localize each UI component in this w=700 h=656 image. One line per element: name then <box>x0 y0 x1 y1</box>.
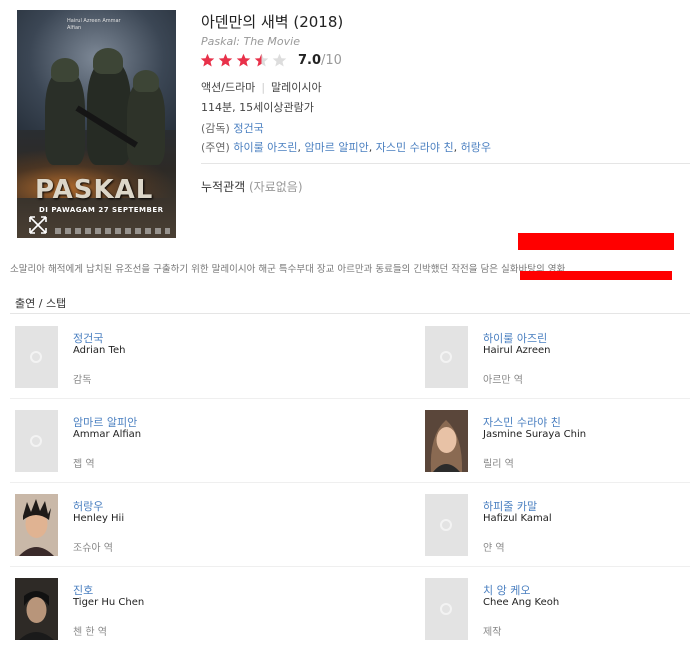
person-english-name: Ammar Alfian <box>73 429 142 440</box>
director-row: (감독) 정건국 <box>201 120 264 136</box>
poster-credits: Hairul Azreen Ammar Alfian <box>67 18 121 31</box>
audience-count: 누적관객 (자료없음) <box>201 178 303 195</box>
runtime-age: 114분, 15세이상관람가 <box>201 101 314 114</box>
redaction-box <box>520 271 672 280</box>
person-english-name: Adrian Teh <box>73 345 126 356</box>
person-name[interactable]: 진호 <box>73 582 93 598</box>
star-icon <box>200 53 215 66</box>
empty-star-icon <box>272 53 287 66</box>
avatar-photo <box>425 410 468 472</box>
person-english-name: Hairul Azreen <box>483 345 551 356</box>
avatar-placeholder <box>15 410 58 472</box>
cast-link[interactable]: 자스민 수라야 친 <box>376 141 454 154</box>
person-english-name: Jasmine Suraya Chin <box>483 429 587 440</box>
person-role: 감독 <box>73 375 92 386</box>
divider <box>201 163 690 164</box>
person-card[interactable]: 하이룰 아즈린 Hairul Azreen 아르만 역 <box>425 326 695 396</box>
person-role: 젭 역 <box>73 459 95 470</box>
person-card[interactable]: 진호 Tiger Hu Chen 첸 한 역 <box>15 578 285 648</box>
country: 말레이시아 <box>271 81 322 94</box>
rating-max: /10 <box>321 52 342 68</box>
avatar-placeholder <box>425 494 468 556</box>
avatar-photo <box>15 578 58 640</box>
person-role: 첸 한 역 <box>73 627 107 638</box>
person-role: 아르만 역 <box>483 375 523 386</box>
avatar-placeholder <box>425 326 468 388</box>
person-role: 릴리 역 <box>483 459 514 470</box>
original-title: Paskal: The Movie <box>201 35 300 48</box>
movie-poster[interactable]: Hairul Azreen Ammar Alfian PASKAL DI PAW… <box>17 10 176 238</box>
avatar-photo <box>15 494 58 556</box>
genres: 액션/드라마 <box>201 81 256 94</box>
person-english-name: Chee Ang Keoh <box>483 597 560 608</box>
credits-section-title: 출연 / 스탭 <box>15 297 67 310</box>
person-english-name: Hafizul Kamal <box>483 513 552 524</box>
person-name[interactable]: 치 앙 케오 <box>483 582 530 598</box>
star-icon <box>236 53 251 66</box>
genre-country-row: 액션/드라마 | 말레이시아 <box>201 81 322 94</box>
synopsis: 소말리아 해적에게 납치된 유조선을 구출하기 위한 말레이시아 해군 특수부대… <box>10 264 566 275</box>
person-card[interactable]: 정건국 Adrian Teh 감독 <box>15 326 285 396</box>
person-name[interactable]: 허랑우 <box>73 498 103 514</box>
cast-link[interactable]: 허랑우 <box>461 141 491 154</box>
person-role: 얀 역 <box>483 543 505 554</box>
redaction-box <box>518 233 674 250</box>
person-name[interactable]: 하피줄 카말 <box>483 498 537 514</box>
avatar-placeholder <box>425 578 468 640</box>
cast-label: (주연) <box>201 141 230 154</box>
avatar-placeholder <box>15 326 58 388</box>
audience-label: 누적관객 <box>201 180 246 194</box>
person-role: 조슈아 역 <box>73 543 113 554</box>
movie-title: 아덴만의 새벽 (2018) <box>201 13 344 31</box>
person-card[interactable]: 암마르 알피안 Ammar Alfian 젭 역 <box>15 410 285 480</box>
person-english-name: Henley Hii <box>73 513 125 524</box>
person-name[interactable]: 정건국 <box>73 330 103 346</box>
poster-date: DI PAWAGAM 27 SEPTEMBER <box>39 206 164 214</box>
cast-link[interactable]: 하이룰 아즈린 <box>233 141 297 154</box>
person-card[interactable]: 하피줄 카말 Hafizul Kamal 얀 역 <box>425 494 695 564</box>
audience-value: (자료없음) <box>249 180 303 194</box>
director-link[interactable]: 정건국 <box>233 122 263 135</box>
expand-icon[interactable] <box>28 215 48 235</box>
rating-score: 7.0 <box>298 52 322 68</box>
star-icon <box>218 53 233 66</box>
person-card[interactable]: 허랑우 Henley Hii 조슈아 역 <box>15 494 285 564</box>
half-star-icon <box>254 53 269 66</box>
star-rating: 7.0/10 <box>200 52 342 68</box>
person-card[interactable]: 치 앙 케오 Chee Ang Keoh 제작 <box>425 578 695 648</box>
poster-title: PASKAL <box>35 175 154 205</box>
person-name[interactable]: 자스민 수라야 친 <box>483 414 561 430</box>
director-label: (감독) <box>201 122 230 135</box>
cast-link[interactable]: 암마르 알피안 <box>305 141 369 154</box>
person-name[interactable]: 암마르 알피안 <box>73 414 137 430</box>
person-role: 제작 <box>483 627 502 638</box>
divider <box>10 313 690 314</box>
person-name[interactable]: 하이룰 아즈린 <box>483 330 547 346</box>
cast-row: (주연) 하이룰 아즈린, 암마르 알피안, 자스민 수라야 친, 허랑우 <box>201 141 491 154</box>
person-english-name: Tiger Hu Chen <box>73 597 145 608</box>
person-card[interactable]: 자스민 수라야 친 Jasmine Suraya Chin 릴리 역 <box>425 410 695 480</box>
